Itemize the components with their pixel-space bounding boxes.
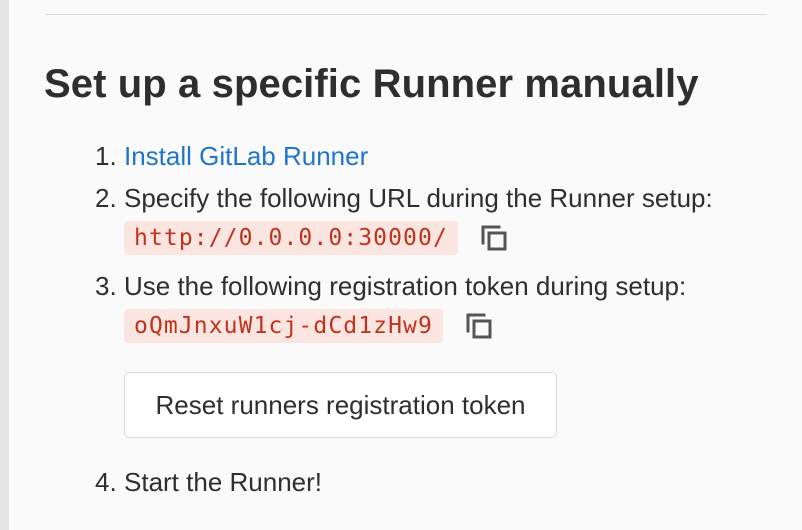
- registration-token-code: oQmJnxuW1cj-dCd1zHw9: [124, 309, 443, 343]
- step-number: 3.: [95, 271, 117, 301]
- step-number: 2.: [95, 183, 117, 213]
- token-row: oQmJnxuW1cj-dCd1zHw9: [124, 309, 495, 343]
- step-number: 1.: [95, 141, 117, 171]
- install-gitlab-runner-link[interactable]: Install GitLab Runner: [124, 141, 368, 172]
- step-text: Use the following registration token dur…: [124, 271, 687, 301]
- left-border: [0, 0, 9, 530]
- copy-url-button[interactable]: [478, 222, 510, 254]
- copy-icon: [466, 313, 492, 339]
- copy-token-button[interactable]: [463, 310, 495, 342]
- url-row: http://0.0.0.0:30000/: [124, 221, 510, 255]
- reset-registration-token-button[interactable]: Reset runners registration token: [124, 372, 557, 438]
- runner-setup-panel: Set up a specific Runner manually 1. Ins…: [9, 0, 802, 530]
- setup-steps-list: 1. Install GitLab Runner 2. Specify the …: [9, 0, 802, 530]
- step-text: Start the Runner!: [124, 467, 322, 497]
- runner-url-code: http://0.0.0.0:30000/: [124, 221, 458, 255]
- step-number: 4.: [95, 467, 117, 497]
- copy-icon: [481, 225, 507, 251]
- step-text: Specify the following URL during the Run…: [124, 183, 713, 213]
